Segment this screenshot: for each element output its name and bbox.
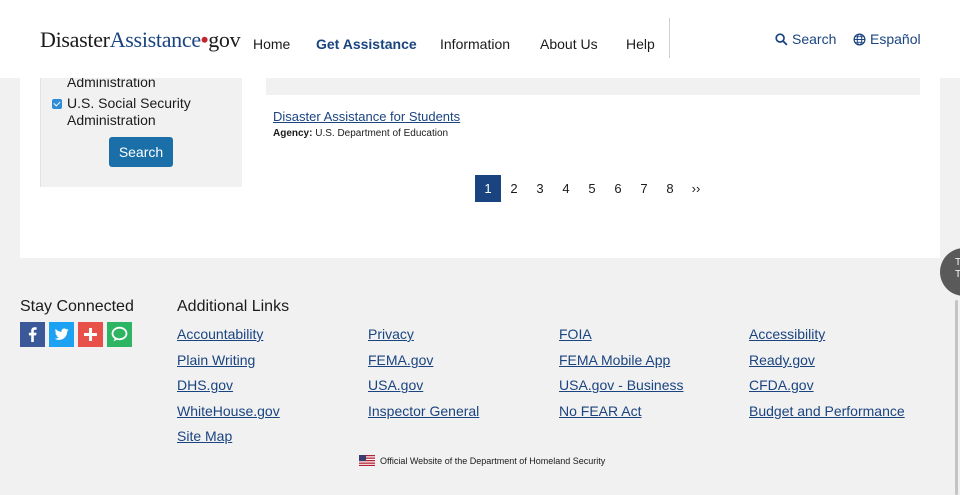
facebook-icon[interactable] xyxy=(20,322,45,347)
page-6[interactable]: 6 xyxy=(605,175,631,202)
side-tab-label-2: T xyxy=(955,269,960,280)
footer-link-site-map[interactable]: Site Map xyxy=(177,428,232,444)
additional-links-heading: Additional Links xyxy=(177,298,290,315)
result-title-link[interactable]: Disaster Assistance for Students xyxy=(273,109,460,124)
footer-link-cfda-gov[interactable]: CFDA.gov xyxy=(749,377,814,393)
twitter-icon[interactable] xyxy=(49,322,74,347)
official-website-text: Official Website of the Department of Ho… xyxy=(380,455,606,466)
social-links xyxy=(20,322,132,347)
site-logo[interactable]: DisasterAssistance•gov xyxy=(40,27,241,53)
nav-information[interactable]: Information xyxy=(440,36,510,52)
page-1[interactable]: 1 xyxy=(475,175,501,202)
footer-link-usa-gov[interactable]: USA.gov xyxy=(368,377,423,393)
stay-connected-heading: Stay Connected xyxy=(20,298,134,315)
logo-text-part2: Assistance xyxy=(109,27,201,52)
back-to-top-button[interactable]: T T xyxy=(940,248,960,296)
previous-result-footer xyxy=(266,78,920,95)
language-link-label: Español xyxy=(870,31,921,47)
language-link[interactable]: Español xyxy=(853,31,921,47)
agency-label: Agency: xyxy=(273,128,313,139)
nav-home[interactable]: Home xyxy=(253,36,290,52)
site-header: DisasterAssistance•gov Home Get Assistan… xyxy=(0,0,960,78)
footer-link-ready-gov[interactable]: Ready.gov xyxy=(749,352,815,368)
filter-search-button[interactable]: Search xyxy=(109,137,173,167)
footer-link-no-fear-act[interactable]: No FEAR Act xyxy=(559,403,641,419)
ssa-checkbox[interactable] xyxy=(52,99,62,109)
footer-link-budget-performance[interactable]: Budget and Performance xyxy=(749,403,905,419)
page-5[interactable]: 5 xyxy=(579,175,605,202)
us-flag-icon xyxy=(359,455,375,466)
filter-item-ssa-line2: Administration xyxy=(67,112,156,128)
search-link-label: Search xyxy=(792,31,837,47)
footer-link-inspector-general[interactable]: Inspector General xyxy=(368,403,479,419)
result-agency: Agency: U.S. Department of Education xyxy=(273,128,448,139)
footer-link-plain-writing[interactable]: Plain Writing xyxy=(177,352,255,368)
footer-link-foia[interactable]: FOIA xyxy=(559,326,592,342)
globe-icon xyxy=(853,33,866,45)
footer-link-dhs[interactable]: DHS.gov xyxy=(177,377,233,393)
page-7[interactable]: 7 xyxy=(631,175,657,202)
footer-link-accountability[interactable]: Accountability xyxy=(177,326,263,342)
logo-text-part3: gov xyxy=(208,27,241,52)
filter-item-ssa-line1: U.S. Social Security xyxy=(67,95,191,111)
nav-help[interactable]: Help xyxy=(626,36,655,52)
footer-link-usa-gov-business[interactable]: USA.gov - Business xyxy=(559,377,684,393)
side-tab-label-1: T xyxy=(955,257,960,268)
page-8[interactable]: 8 xyxy=(657,175,683,202)
page-2[interactable]: 2 xyxy=(501,175,527,202)
header-search-link[interactable]: Search xyxy=(775,31,836,47)
page-4[interactable]: 4 xyxy=(553,175,579,202)
official-website-notice: Official Website of the Department of Ho… xyxy=(359,455,605,466)
search-icon xyxy=(775,32,788,46)
chat-icon[interactable] xyxy=(107,322,132,347)
footer-link-accessibility[interactable]: Accessibility xyxy=(749,326,825,342)
nav-divider xyxy=(669,18,670,58)
nav-about-us[interactable]: About Us xyxy=(540,36,598,52)
logo-text-part1: Disaster xyxy=(40,27,110,52)
footer-link-whitehouse[interactable]: WhiteHouse.gov xyxy=(177,403,280,419)
page-next[interactable]: ›› xyxy=(683,175,709,202)
footer-link-fema-mobile-app[interactable]: FEMA Mobile App xyxy=(559,352,670,368)
nav-get-assistance[interactable]: Get Assistance xyxy=(316,36,417,52)
share-plus-icon[interactable] xyxy=(78,322,103,347)
page-3[interactable]: 3 xyxy=(527,175,553,202)
footer-link-privacy[interactable]: Privacy xyxy=(368,326,414,342)
scrollbar[interactable] xyxy=(955,300,958,495)
agency-value: U.S. Department of Education xyxy=(315,128,449,139)
footer-link-fema[interactable]: FEMA.gov xyxy=(368,352,433,368)
